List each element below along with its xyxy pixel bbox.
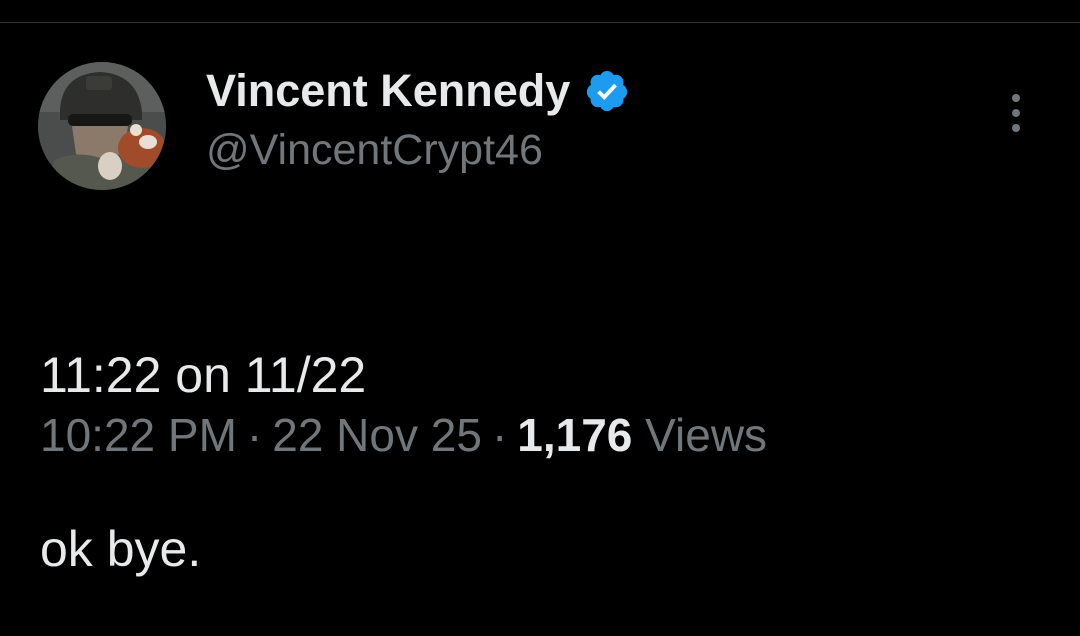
more-vertical-icon-dot: [1012, 124, 1020, 132]
tweet-time[interactable]: 10:22 PM: [40, 409, 237, 461]
avatar-image: [38, 62, 166, 190]
meta-separator: ·: [246, 409, 263, 461]
tweet-meta: 10:22 PM · 22 Nov 25 · 1,176 Views: [40, 408, 767, 462]
tweet-text-line: 11:22 on 11/22: [40, 347, 367, 403]
more-options-button[interactable]: [998, 88, 1034, 138]
avatar[interactable]: [38, 62, 166, 190]
more-vertical-icon-dot: [1012, 109, 1020, 117]
author-name-row[interactable]: Vincent Kennedy: [206, 62, 630, 120]
tweet-text-line: ok bye.: [40, 521, 202, 577]
views-count[interactable]: 1,176: [517, 409, 632, 461]
author-display-name[interactable]: Vincent Kennedy: [206, 65, 570, 117]
more-vertical-icon: [1012, 94, 1020, 102]
views-label[interactable]: Views: [645, 409, 767, 461]
meta-separator: ·: [491, 409, 508, 461]
verified-badge-icon: [587, 70, 628, 112]
top-divider: [0, 22, 1080, 23]
verified-badge-icon[interactable]: [584, 68, 630, 114]
tweet-date[interactable]: 22 Nov 25: [272, 409, 482, 461]
author-handle[interactable]: @VincentCrypt46: [206, 126, 543, 175]
